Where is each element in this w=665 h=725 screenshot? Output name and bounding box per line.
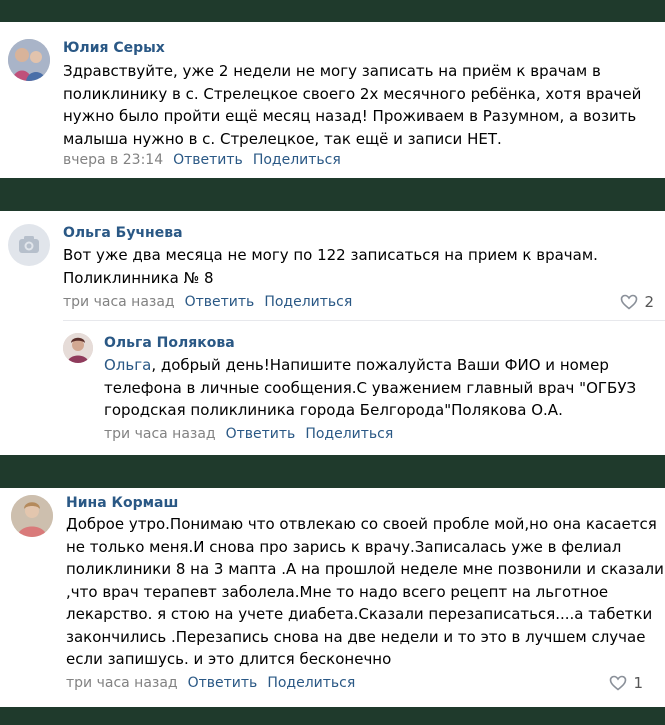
comment-author[interactable]: Ольга Бучнева [63,225,183,241]
camera-icon [19,236,39,253]
heart-icon [621,294,638,310]
like-count: 1 [633,674,643,692]
text-line: Здравствуйте, уже 2 недели не могу запис… [63,62,601,80]
text-line: Поликлинника № 8 [63,268,214,287]
share-button[interactable]: Поделиться [267,675,355,691]
text-line: нужно было пройти ещё месяц назад! Прожи… [63,107,637,125]
text-line: , добрый день!Напишите пожалуйста Ваши Ф… [151,356,609,374]
like-button[interactable]: 2 [620,293,654,311]
like-button[interactable]: 1 [609,674,643,692]
share-button[interactable]: Поделиться [264,294,352,310]
like-count: 2 [644,293,654,311]
avatar-placeholder[interactable] [8,224,50,266]
heart-icon [610,675,627,691]
comment-time[interactable]: три часа назад [104,426,216,442]
text-line: телефона в личные сообщения.С уважением … [104,378,637,397]
text-line: Доброе утро.Понимаю что отвлекаю со свое… [66,515,657,533]
reply-meta: три часа назад Ответить Поделиться [104,426,393,442]
avatar[interactable] [11,495,53,537]
text-line: лекарство. я стою на учете диабета.Сказа… [66,605,653,623]
comment-time[interactable]: три часа назад [63,294,175,310]
text-line: поликлинику в с. Стрелецкое своего 2х ме… [63,84,642,103]
text-line: Вот уже два месяца не могу по 122 записа… [63,246,598,264]
text-line: закончились .Перезапись снова на две нед… [66,627,646,646]
text-line: городская поликлиника города Белгорода"П… [104,401,563,419]
text-line: если запишусь. и это длится бесконечно [66,650,392,668]
comment-time[interactable]: вчера в 23:14 [63,152,163,168]
comment-card: Юлия Серых Здравствуйте, уже 2 недели не… [0,22,665,178]
reply-button[interactable]: Ответить [173,152,243,168]
comment-card: Нина Кормаш Доброе утро.Понимаю что отвл… [0,488,665,707]
text-line: малыша нужно в с. Стрелецкое, так ещё и … [63,129,502,148]
comment-meta: вчера в 23:14 Ответить Поделиться [63,152,341,168]
avatar[interactable] [8,39,50,81]
comment-time[interactable]: три часа назад [66,675,178,691]
comment-text: Доброе утро.Понимаю что отвлекаю со свое… [66,513,664,671]
text-line: поликлиники 8 на 3 мапта .А на прошлой н… [66,560,664,578]
reply-text: Ольга, добрый день!Напишите пожалуйста В… [104,354,636,422]
comment-text: Вот уже два месяца не могу по 122 записа… [63,244,598,289]
divider [63,320,665,321]
reply-button[interactable]: Ответить [188,675,258,691]
text-line: ,что врач терапевт заболела.Мне то надо … [66,582,609,601]
text-line: не только меня.И снова про зарись к врач… [66,537,622,556]
reply-addressee[interactable]: Ольга [104,356,151,374]
reply-button[interactable]: Ответить [226,426,296,442]
reply-author[interactable]: Ольга Полякова [104,335,235,351]
comment-author[interactable]: Нина Кормаш [66,495,178,511]
comment-card: Ольга Бучнева Вот уже два месяца не могу… [0,211,665,455]
comment-author[interactable]: Юлия Серых [63,40,165,56]
comment-meta: три часа назад Ответить Поделиться [66,675,355,691]
reply-button[interactable]: Ответить [185,294,255,310]
share-button[interactable]: Поделиться [305,426,393,442]
comment-meta: три часа назад Ответить Поделиться [63,294,352,310]
share-button[interactable]: Поделиться [253,152,341,168]
avatar[interactable] [63,333,93,363]
comment-text: Здравствуйте, уже 2 недели не могу запис… [63,60,641,150]
